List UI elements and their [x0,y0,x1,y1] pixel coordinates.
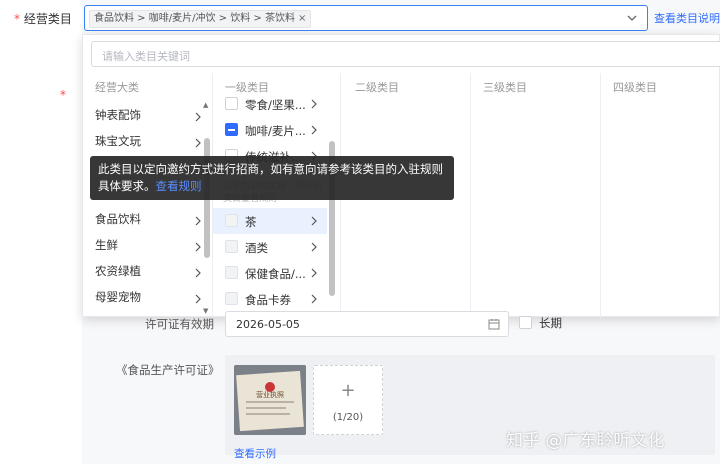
level1-item[interactable]: 咖啡/麦片... [213,117,327,143]
selected-category-tag: 食品饮料 > 咖啡/麦片/冲饮 > 饮料 > 茶饮料 × [89,10,312,28]
col-head-level4: 四级类目 [613,81,657,94]
category-help-link[interactable]: 查看类目说明 [654,10,720,26]
col-head-level3: 三级类目 [483,81,527,94]
plus-icon: + [340,380,356,401]
license-thumbnail[interactable]: 营业执照 [234,365,306,435]
license-image-icon: 营业执照 [234,365,306,435]
col-head-level2: 二级类目 [355,81,399,94]
scroll-down-icon[interactable]: ▼ [203,307,208,315]
view-example-link[interactable]: 查看示例 [234,446,276,461]
level1-checkbox-disabled [225,292,238,305]
level1-item[interactable]: 酒类 [213,234,327,260]
calendar-icon[interactable] [488,318,500,330]
long-term-label: 长期 [539,316,562,330]
level1-checkbox-partial[interactable] [225,123,238,136]
category-label: * 经营类目 [14,12,72,26]
directed-category-tooltip: 此类目以定向邀约方式进行招商，如有意向请参考该类目的入驻规则具体要求。查看规则 [90,156,454,200]
level1-item[interactable]: 食品卡券 [213,286,327,312]
license-date-input[interactable]: 2026-05-05 [225,311,509,337]
category-search-input[interactable]: 请输入类目关键词 [91,41,720,67]
chevron-right-icon [311,294,317,304]
level1-item[interactable]: 保健食品/... [213,260,327,286]
upload-count: (1/20) [332,412,364,423]
chevron-right-icon [311,99,317,109]
col-divider [600,73,601,318]
category-select[interactable]: 食品饮料 > 咖啡/麦片/冲饮 > 饮料 > 茶饮料 × [84,5,648,31]
chevron-right-icon [311,125,317,135]
major-category-item[interactable]: 农资绿植 [95,263,203,287]
level1-item[interactable]: 零食/坚果... [213,91,327,117]
level1-checkbox-disabled [225,266,238,279]
license-validity-label: 许可证有效期 [145,317,214,331]
tag-close-icon[interactable]: × [298,13,306,24]
view-rules-link[interactable]: 查看规则 [156,179,202,193]
long-term-checkbox[interactable] [519,316,532,329]
major-category-item[interactable]: 食品饮料 [95,211,203,235]
col-divider [470,73,471,318]
chevron-down-icon[interactable] [625,11,639,25]
upload-button[interactable]: + (1/20) [313,365,383,435]
major-category-item[interactable]: 母婴宠物 [95,289,203,313]
col-head-major: 经营大类 [95,81,139,94]
level1-checkbox-disabled [225,240,238,253]
food-license-label: 《食品生产许可证》 [116,363,220,377]
chevron-right-icon [311,216,317,226]
scroll-up-icon[interactable]: ▲ [203,101,208,109]
level1-checkbox-disabled [225,214,238,227]
required-star: * [60,88,66,102]
chevron-right-icon [311,268,317,278]
level1-item-active[interactable]: 茶 [213,208,327,234]
license-thumb-text: 营业执照 [256,390,284,399]
chevron-right-icon [311,242,317,252]
watermark: 知乎 @广东聆听文化 [506,431,665,451]
major-category-item[interactable]: 钟表配饰 [95,107,203,131]
major-category-item[interactable]: 珠宝文玩 [95,133,203,157]
level1-checkbox[interactable] [225,97,238,110]
major-category-item[interactable]: 生鲜 [95,237,203,261]
